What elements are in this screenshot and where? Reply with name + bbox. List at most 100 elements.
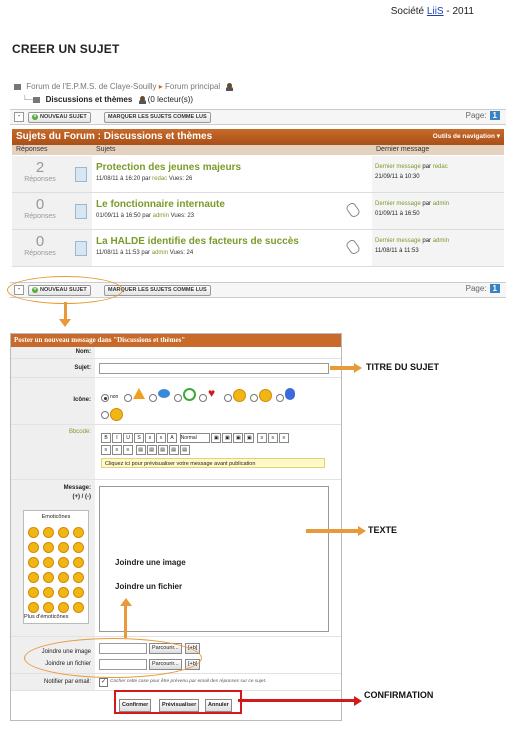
- list-button[interactable]: ≡: [279, 433, 290, 443]
- more-emoticons-link[interactable]: Plus d'émoticônes: [24, 614, 68, 620]
- last-message: Dernier message par admin 01/09/11 à 16:5…: [372, 193, 504, 229]
- last-message: Dernier message par redac 21/09/11 à 10:3…: [372, 156, 504, 192]
- strike-button[interactable]: S: [134, 433, 144, 443]
- icon-radio[interactable]: [124, 394, 132, 402]
- emoticon-icon[interactable]: [28, 527, 39, 538]
- link-button[interactable]: ▣: [222, 433, 233, 443]
- col-subjects: Sujets: [96, 146, 116, 153]
- emoticon-icon[interactable]: [73, 557, 84, 568]
- font-size-select[interactable]: Normal: [179, 433, 210, 443]
- breadcrumb-forum[interactable]: Forum de l'E.P.M.S. de Claye-Souilly: [26, 82, 156, 91]
- sub-button[interactable]: x: [145, 433, 155, 443]
- topic-title[interactable]: Le fonctionnaire internaute: [96, 199, 225, 210]
- emoticon-icon[interactable]: [58, 557, 69, 568]
- emoticon-icon[interactable]: [73, 587, 84, 598]
- icon-none-label: non: [110, 394, 119, 400]
- page-number[interactable]: 1: [489, 284, 500, 293]
- icon-radio-none[interactable]: [101, 394, 109, 402]
- sup-button[interactable]: x: [156, 433, 166, 443]
- icon-radio[interactable]: [224, 394, 232, 402]
- quote-button[interactable]: ▣: [244, 433, 255, 443]
- top-toolbar: - + NOUVEAU SUJET MARQUER LES SUJETS COMM…: [10, 109, 506, 125]
- list-button[interactable]: ≡: [268, 433, 279, 443]
- icon-radio[interactable]: [174, 394, 182, 402]
- bold-button[interactable]: B: [101, 433, 111, 443]
- color-button[interactable]: A: [167, 433, 177, 443]
- subject-input[interactable]: [99, 363, 329, 374]
- preview-hint[interactable]: Cliquez ici pour prévisualiser votre mes…: [101, 458, 325, 468]
- topic-row[interactable]: 0 Réponses Le fonctionnaire internaute 01…: [12, 193, 504, 230]
- topic-meta: 11/08/11 à 16:20 par redac Vues: 26: [96, 176, 193, 182]
- col-last-message: Dernier message: [376, 146, 430, 153]
- video-button[interactable]: ▤: [168, 445, 179, 455]
- emoticon-icon[interactable]: [28, 602, 39, 613]
- collapse-button[interactable]: -: [14, 112, 24, 122]
- reply-count: 0 Réponses: [12, 230, 68, 266]
- table-button[interactable]: ▤: [135, 445, 146, 455]
- notify-row: Notifier par email: ✓ Cocher cette case …: [11, 674, 341, 691]
- topic-row[interactable]: 0 Réponses La HALDE identifie des facteur…: [12, 230, 504, 267]
- emoticon-icon[interactable]: [28, 557, 39, 568]
- user-icon: [138, 95, 146, 104]
- emoticon-icon[interactable]: [43, 572, 54, 583]
- emoticon-icon[interactable]: [58, 542, 69, 553]
- underline-button[interactable]: U: [123, 433, 133, 443]
- company-link[interactable]: LiiS: [427, 6, 444, 17]
- emoticon-icon[interactable]: [43, 587, 54, 598]
- page-number[interactable]: 1: [489, 111, 500, 120]
- bbcode-toolbar-2: ≡ ≡ ≡ ▤ ▤ ▤ ▤ ▤: [101, 445, 191, 455]
- emoticon-icon[interactable]: [28, 542, 39, 553]
- emoticon-icon[interactable]: [43, 527, 54, 538]
- topic-title[interactable]: La HALDE identifie des facteurs de succè…: [96, 236, 299, 247]
- list-button[interactable]: ≡: [257, 433, 268, 443]
- emoticon-icon[interactable]: [58, 587, 69, 598]
- emoticon-icon[interactable]: [73, 572, 84, 583]
- align-center-button[interactable]: ≡: [112, 445, 122, 455]
- icon-radio[interactable]: [101, 411, 109, 419]
- misc-button[interactable]: ▤: [179, 445, 190, 455]
- topic-row[interactable]: 2 Réponses Protection des jeunes majeurs …: [12, 156, 504, 193]
- folder-icon: [33, 96, 41, 103]
- emoticon-icon[interactable]: [28, 587, 39, 598]
- notify-checkbox[interactable]: ✓: [99, 678, 108, 687]
- emoticon-icon[interactable]: [43, 557, 54, 568]
- emoticon-icon[interactable]: [58, 572, 69, 583]
- code-button[interactable]: ▤: [146, 445, 157, 455]
- highlight-oval: [24, 638, 202, 678]
- icon-radio[interactable]: [250, 394, 258, 402]
- email-button[interactable]: ▣: [233, 433, 244, 443]
- emoticon-icon[interactable]: [73, 542, 84, 553]
- mark-read-button[interactable]: MARQUER LES SUJETS COMME LUS: [104, 112, 211, 123]
- image-button[interactable]: ▣: [211, 433, 222, 443]
- bbcode-label: Bbcode:: [11, 425, 95, 479]
- question-icon: [285, 388, 295, 400]
- emoticon-icon[interactable]: [73, 527, 84, 538]
- pagination: Page: 1: [466, 111, 500, 120]
- emoticon-icon[interactable]: [43, 602, 54, 613]
- forum-subtitle: Discussions et thèmes: [45, 95, 133, 104]
- emoticon-icon[interactable]: [73, 602, 84, 613]
- align-right-button[interactable]: ≡: [123, 445, 133, 455]
- flash-button[interactable]: ▤: [157, 445, 168, 455]
- topic-title[interactable]: Protection des jeunes majeurs: [96, 162, 241, 173]
- icon-radio[interactable]: [149, 394, 157, 402]
- emoticon-icon[interactable]: [58, 527, 69, 538]
- icon-row: Icône: non ♥: [11, 378, 341, 425]
- italic-button[interactable]: I: [112, 433, 122, 443]
- emoticon-icon[interactable]: [43, 542, 54, 553]
- warning-icon: [133, 388, 145, 399]
- align-left-button[interactable]: ≡: [101, 445, 111, 455]
- new-topic-button[interactable]: + NOUVEAU SUJET: [28, 112, 91, 123]
- breadcrumb: Forum de l'E.P.M.S. de Claye-Souilly ▸ F…: [14, 82, 234, 91]
- emoticon-icon[interactable]: [28, 572, 39, 583]
- navigation-tools[interactable]: Outils de navigation ▾: [433, 132, 500, 140]
- arrow-down-icon: [59, 319, 71, 327]
- notify-text: Cocher cette case pour être prévenu par …: [110, 679, 267, 684]
- breadcrumb-main-forum[interactable]: Forum principal: [165, 82, 220, 91]
- icon-radio[interactable]: [276, 394, 284, 402]
- icon-radio[interactable]: [199, 394, 207, 402]
- icon-label: Icône:: [11, 378, 95, 424]
- forum-heading-bar: Sujets du Forum : Discussions et thèmes …: [12, 129, 504, 145]
- emoticon-icon[interactable]: [58, 602, 69, 613]
- subject-label: Sujet:: [11, 359, 95, 377]
